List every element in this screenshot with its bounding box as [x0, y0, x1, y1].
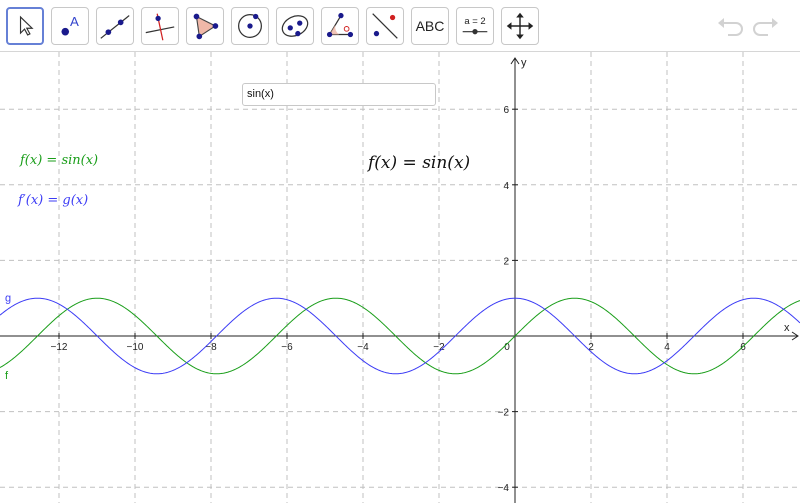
polygon-tool-button[interactable] [186, 7, 224, 45]
graph-text[interactable]: f(x) = sin(x) [368, 153, 470, 173]
y-tick-label: −2 [498, 408, 510, 419]
x-tick-label: −4 [357, 342, 369, 353]
slider-icon: a = 2 [462, 16, 488, 35]
cursor-arrow-icon [19, 15, 34, 36]
axes [0, 57, 799, 503]
perpendicular-line-icon [145, 13, 175, 41]
toolbar: A ABC a = 2 [0, 0, 800, 52]
undo-icon[interactable] [716, 13, 744, 41]
polygon-icon [193, 13, 219, 40]
angle-tool-button[interactable] [321, 7, 359, 45]
svg-text:a = 2: a = 2 [464, 16, 485, 27]
y-axis-label: y [521, 57, 527, 69]
algebra-g-label[interactable]: f′(x) = g(x) [18, 193, 88, 208]
y-tick-label: −4 [498, 483, 510, 494]
function-curves: fg [0, 292, 800, 382]
line-through-points-icon [100, 15, 130, 39]
y-tick-label: 4 [503, 181, 509, 192]
graphics-view[interactable]: −12 −10 −8 −6 −4 −2 0 2 4 6−4−2246xy fg [0, 52, 800, 503]
move-tool-button[interactable] [6, 7, 44, 45]
redo-icon[interactable] [752, 13, 780, 41]
tick-labels: −12 −10 −8 −6 −4 −2 0 2 4 6−4−2246xy [51, 57, 790, 494]
move-graphics-view-icon [506, 12, 534, 40]
y-tick-label: 2 [503, 256, 509, 267]
algebra-f-label[interactable]: f(x) = sin(x) [20, 153, 98, 168]
reflect-tool-button[interactable] [366, 7, 404, 45]
x-tick-label: 4 [664, 342, 670, 353]
text-icon: ABC [415, 18, 445, 34]
conic-tool-button[interactable] [276, 7, 314, 45]
perpendicular-tool-button[interactable] [141, 7, 179, 45]
x-tick-label: −6 [281, 342, 293, 353]
x-tick-label: −8 [205, 342, 217, 353]
reflect-about-line-icon [372, 13, 398, 39]
curve-label-g: g [5, 292, 11, 304]
circle-tool-button[interactable] [231, 7, 269, 45]
circle-center-point-icon [238, 13, 262, 38]
curve-label-f: f [5, 370, 9, 382]
move-view-tool-button[interactable] [501, 7, 539, 45]
input-bar[interactable]: sin(x) [242, 83, 436, 106]
x-tick-label: −10 [127, 342, 144, 353]
line-tool-button[interactable] [96, 7, 134, 45]
text-tool-button[interactable]: ABC [411, 7, 449, 45]
point-A-icon: A [61, 14, 79, 36]
point-tool-button[interactable]: A [51, 7, 89, 45]
input-bar-value: sin(x) [247, 88, 274, 100]
ellipse-icon [281, 15, 309, 37]
angle-icon [326, 12, 354, 38]
slider-tool-button[interactable]: a = 2 [456, 7, 494, 45]
svg-text:A: A [70, 14, 79, 29]
x-axis-label: x [784, 322, 790, 334]
grid [0, 52, 800, 503]
x-tick-label: −12 [51, 342, 68, 353]
y-tick-label: 6 [503, 105, 509, 116]
